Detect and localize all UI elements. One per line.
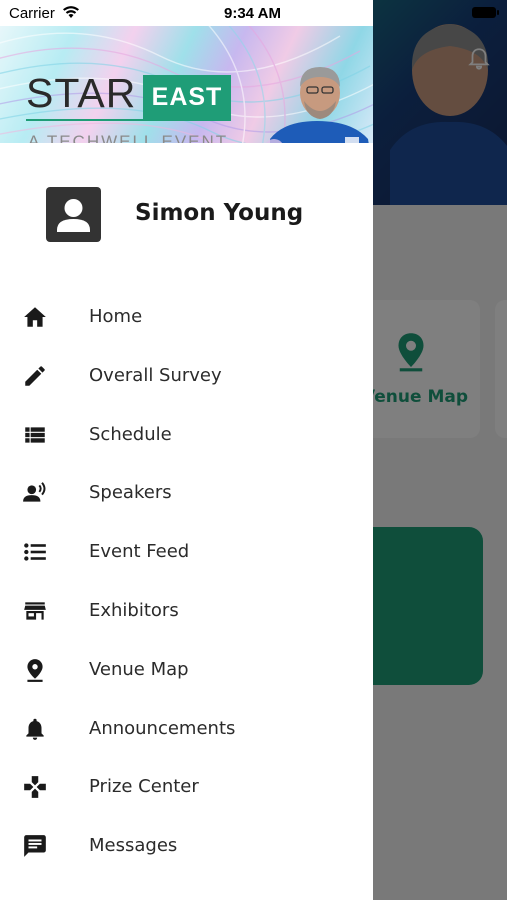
speaker-person-icon bbox=[20, 480, 50, 506]
menu-item-label: Announcements bbox=[89, 717, 236, 739]
gamepad-icon bbox=[20, 774, 50, 800]
menu-item-label: Home bbox=[89, 306, 143, 327]
user-icon bbox=[57, 199, 90, 232]
menu-item-label: Event Feed bbox=[89, 541, 190, 563]
wifi-icon bbox=[63, 6, 79, 18]
menu-item-schedule[interactable]: Schedule bbox=[0, 406, 373, 465]
pencil-icon bbox=[20, 363, 50, 389]
store-icon bbox=[20, 598, 50, 624]
user-profile[interactable]: Simon Young bbox=[0, 150, 373, 270]
brand-star-text: STAR bbox=[26, 70, 137, 116]
menu-item-messages[interactable]: Messages bbox=[0, 817, 373, 876]
menu-item-label: Messages bbox=[89, 835, 178, 857]
map-pin-icon bbox=[20, 657, 50, 683]
menu-item-venue-map[interactable]: Venue Map bbox=[0, 641, 373, 700]
menu-item-label: Schedule bbox=[89, 423, 172, 445]
user-name: Simon Young bbox=[135, 200, 304, 226]
menu-item-label: Overall Survey bbox=[89, 364, 222, 386]
event-banner: STAR EAST A TECHWELL EVENT bbox=[0, 26, 373, 143]
clock: 9:34 AM bbox=[224, 5, 281, 22]
drawer-menu: Home Overall Survey Schedule Speakers Ev… bbox=[0, 288, 373, 876]
brand-tagline: A TECHWELL EVENT bbox=[28, 132, 229, 143]
bullet-list-icon bbox=[20, 539, 50, 565]
menu-item-label: Venue Map bbox=[89, 658, 189, 680]
menu-item-exhibitors[interactable]: Exhibitors bbox=[0, 582, 373, 641]
battery-icon bbox=[472, 7, 499, 18]
list-view-icon bbox=[20, 422, 50, 448]
brand-east-text: EAST bbox=[151, 83, 223, 111]
menu-item-home[interactable]: Home bbox=[0, 288, 373, 347]
home-icon bbox=[20, 304, 50, 330]
menu-item-announcements[interactable]: Announcements bbox=[0, 700, 373, 759]
menu-item-event-feed[interactable]: Event Feed bbox=[0, 523, 373, 582]
speaker-photo bbox=[266, 67, 369, 143]
message-icon bbox=[20, 833, 50, 859]
navigation-drawer: STAR EAST A TECHWELL EVENT Simon Young H… bbox=[0, 0, 373, 900]
brand-east-box: EAST bbox=[143, 75, 231, 121]
menu-item-speakers[interactable]: Speakers bbox=[0, 464, 373, 523]
menu-item-overall-survey[interactable]: Overall Survey bbox=[0, 347, 373, 406]
menu-item-label: Speakers bbox=[89, 482, 172, 504]
menu-item-label: Exhibitors bbox=[89, 599, 179, 621]
bell-icon bbox=[20, 716, 50, 742]
menu-item-label: Prize Center bbox=[89, 776, 199, 798]
avatar[interactable] bbox=[46, 187, 101, 242]
status-bar: Carrier 9:34 AM bbox=[0, 0, 507, 26]
carrier-label: Carrier bbox=[9, 5, 55, 22]
brand-underline bbox=[26, 119, 231, 121]
menu-item-prize-center[interactable]: Prize Center bbox=[0, 758, 373, 817]
